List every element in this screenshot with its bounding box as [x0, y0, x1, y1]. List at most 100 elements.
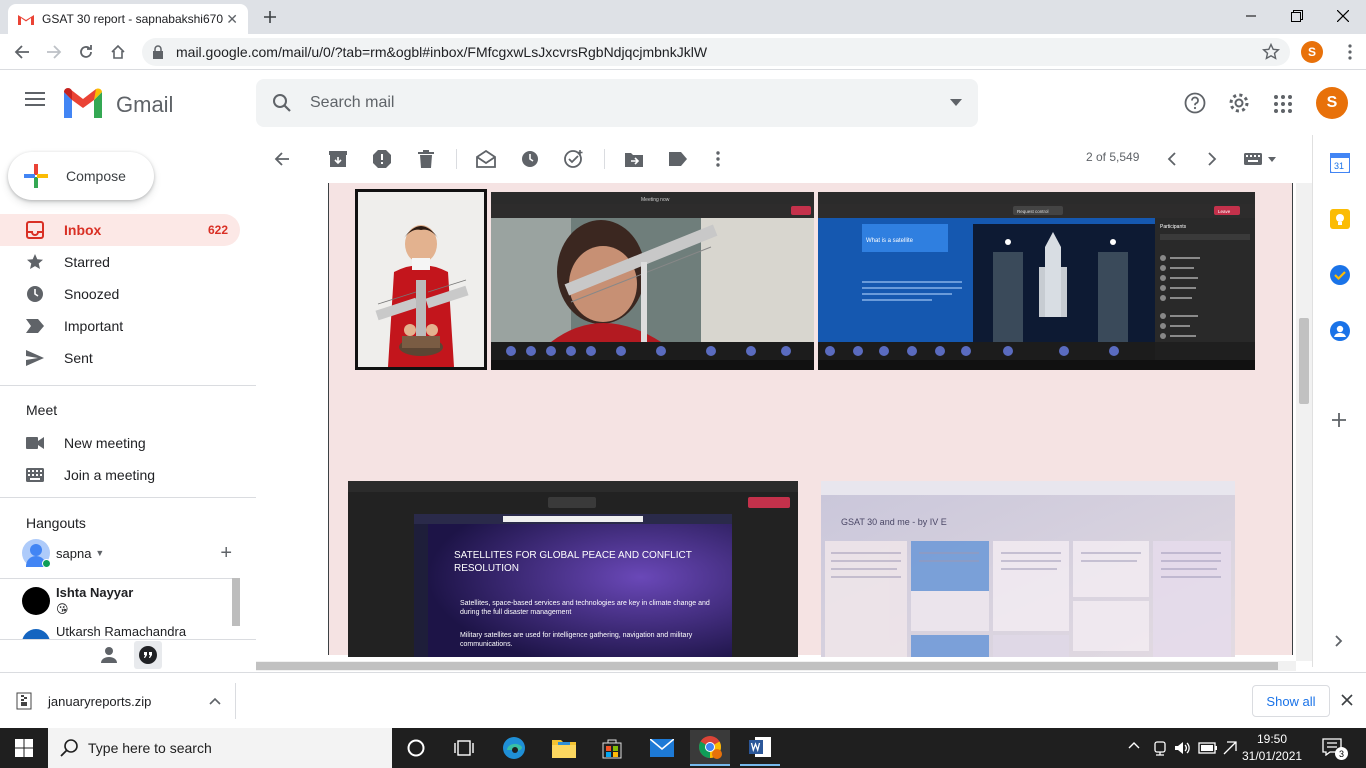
input-tools-button[interactable] — [1240, 147, 1280, 171]
meeting-screenshot-student[interactable]: Meeting now — [491, 192, 814, 370]
taskbar-clock[interactable]: 19:50 31/01/2021 — [1242, 731, 1302, 765]
word-taskbar-button[interactable] — [740, 730, 780, 766]
conversations-tab[interactable] — [134, 641, 162, 669]
account-avatar[interactable]: S — [1316, 87, 1348, 119]
snooze-button[interactable] — [518, 147, 542, 171]
back-button[interactable] — [8, 38, 36, 66]
close-window-button[interactable] — [1320, 0, 1366, 32]
sidebar-item-important[interactable]: Important — [0, 310, 240, 342]
more-vertical-icon — [1348, 44, 1352, 60]
get-addons-button[interactable] — [1332, 413, 1346, 427]
main-menu-button[interactable] — [24, 91, 46, 107]
google-apps-button[interactable] — [1274, 95, 1292, 113]
newer-message-button[interactable] — [1160, 147, 1184, 171]
report-spam-button[interactable] — [370, 147, 394, 171]
new-tab-button[interactable] — [258, 6, 282, 28]
chrome-menu-button[interactable] — [1336, 38, 1364, 66]
home-button[interactable] — [104, 38, 132, 66]
join-meeting-button[interactable]: Join a meeting — [0, 459, 240, 491]
older-message-button[interactable] — [1200, 147, 1224, 171]
padlet-title: GSAT 30 and me - by IV E — [841, 517, 947, 527]
horizontal-scrollbar[interactable] — [256, 661, 1296, 671]
action-center-button[interactable]: 3 — [1322, 738, 1348, 760]
download-item[interactable]: januaryreports.zip — [16, 683, 236, 719]
sidebar-item-snoozed[interactable]: Snoozed — [0, 278, 240, 310]
chevron-up-icon[interactable] — [209, 697, 221, 705]
more-actions-button[interactable] — [706, 147, 730, 171]
add-to-tasks-button[interactable] — [562, 147, 586, 171]
close-download-bar-button[interactable] — [1341, 694, 1353, 706]
gmail-logo-icon[interactable] — [64, 88, 102, 118]
add-contact-icon[interactable]: + — [220, 542, 232, 565]
contacts-app-button[interactable] — [1330, 321, 1350, 341]
padlet-wall-photo[interactable]: GSAT 30 and me - by IV E — [821, 481, 1235, 657]
hangouts-user[interactable]: sapna ▼ + — [22, 539, 232, 568]
task-view-button[interactable] — [444, 732, 484, 764]
battery-tray-icon[interactable] — [1198, 741, 1218, 755]
new-meeting-button[interactable]: New meeting — [0, 427, 240, 459]
reload-button[interactable] — [72, 38, 100, 66]
volume-tray-icon[interactable] — [1174, 740, 1192, 756]
back-to-inbox-button[interactable] — [270, 147, 294, 171]
delete-button[interactable] — [414, 147, 438, 171]
browser-tab[interactable]: GSAT 30 report - sapnabakshi670 ✕ — [8, 4, 248, 34]
minimize-button[interactable] — [1228, 0, 1274, 32]
search-bar[interactable] — [256, 79, 978, 127]
important-icon — [26, 319, 44, 333]
chevron-down-icon[interactable]: ▼ — [95, 548, 104, 558]
hangouts-contact[interactable]: Ishta Nayyar 😘 — [22, 584, 232, 618]
vertical-scrollbar-thumb[interactable] — [1299, 318, 1309, 404]
show-all-downloads-button[interactable]: Show all — [1252, 685, 1330, 717]
compose-button[interactable]: Compose — [8, 152, 154, 200]
restore-button[interactable] — [1274, 0, 1320, 32]
message-pager: 2 of 5,549 — [1086, 150, 1140, 164]
edge-taskbar-button[interactable] — [494, 732, 534, 764]
horizontal-scrollbar-thumb[interactable] — [256, 662, 1278, 670]
chrome-profile-avatar[interactable]: S — [1301, 41, 1323, 63]
search-options-dropdown-icon[interactable] — [950, 99, 962, 107]
hangouts-avatar — [22, 539, 51, 568]
address-bar[interactable]: mail.google.com/mail/u/0/?tab=rm&ogbl#in… — [142, 38, 1290, 66]
vertical-scrollbar[interactable] — [1296, 183, 1312, 661]
hangouts-scrollbar[interactable] — [232, 578, 240, 626]
store-button[interactable] — [592, 732, 632, 764]
input-method-tray-icon[interactable] — [1222, 740, 1238, 756]
forward-button[interactable] — [40, 38, 68, 66]
start-button[interactable] — [4, 732, 44, 764]
contacts-tab[interactable] — [100, 646, 118, 664]
chrome-taskbar-button[interactable] — [690, 730, 730, 766]
move-to-button[interactable] — [622, 147, 646, 171]
meeting-screenshot-satellite-slide[interactable]: Request control Leave What is a satellit… — [818, 192, 1255, 370]
show-hidden-icons-button[interactable] — [1128, 741, 1140, 749]
close-icon — [1341, 694, 1353, 706]
sidebar-item-starred[interactable]: Starred — [0, 246, 240, 278]
meeting-screenshot-peace-slide[interactable]: SATELLITES FOR GLOBAL PEACE AND CONFLICT… — [348, 481, 798, 657]
hangouts-contact[interactable]: Utkarsh Ramachandra — [22, 625, 232, 639]
bookmark-star-icon[interactable] — [1262, 43, 1280, 61]
support-button[interactable] — [1184, 92, 1206, 114]
network-tray-icon[interactable] — [1152, 740, 1168, 756]
student-satellite-photo[interactable] — [355, 189, 487, 370]
keep-app-button[interactable] — [1330, 209, 1350, 229]
show-side-panel-button[interactable] — [1335, 635, 1343, 647]
sidebar-item-inbox[interactable]: Inbox 622 — [0, 214, 240, 246]
hamburger-icon — [25, 92, 45, 106]
labels-button[interactable] — [666, 147, 690, 171]
word-icon — [749, 737, 771, 757]
sidebar-item-sent[interactable]: Sent — [0, 342, 240, 374]
search-input[interactable] — [310, 94, 950, 112]
archive-button[interactable] — [326, 147, 350, 171]
calendar-app-button[interactable]: 31 — [1330, 153, 1350, 173]
sidebar-item-label: Important — [64, 318, 124, 334]
tab-close-icon[interactable]: ✕ — [226, 11, 238, 28]
mark-unread-button[interactable] — [474, 147, 498, 171]
settings-button[interactable] — [1228, 92, 1250, 114]
message-toolbar: 2 of 5,549 — [256, 135, 1296, 183]
file-explorer-button[interactable] — [544, 732, 584, 764]
slide-bullet: Military satellites are used for intelli… — [460, 632, 693, 648]
tasks-app-button[interactable] — [1330, 265, 1350, 285]
search-icon — [273, 94, 291, 112]
cortana-button[interactable] — [396, 732, 436, 764]
taskbar-search[interactable]: Type here to search — [48, 728, 392, 768]
mail-app-button[interactable] — [642, 732, 682, 764]
